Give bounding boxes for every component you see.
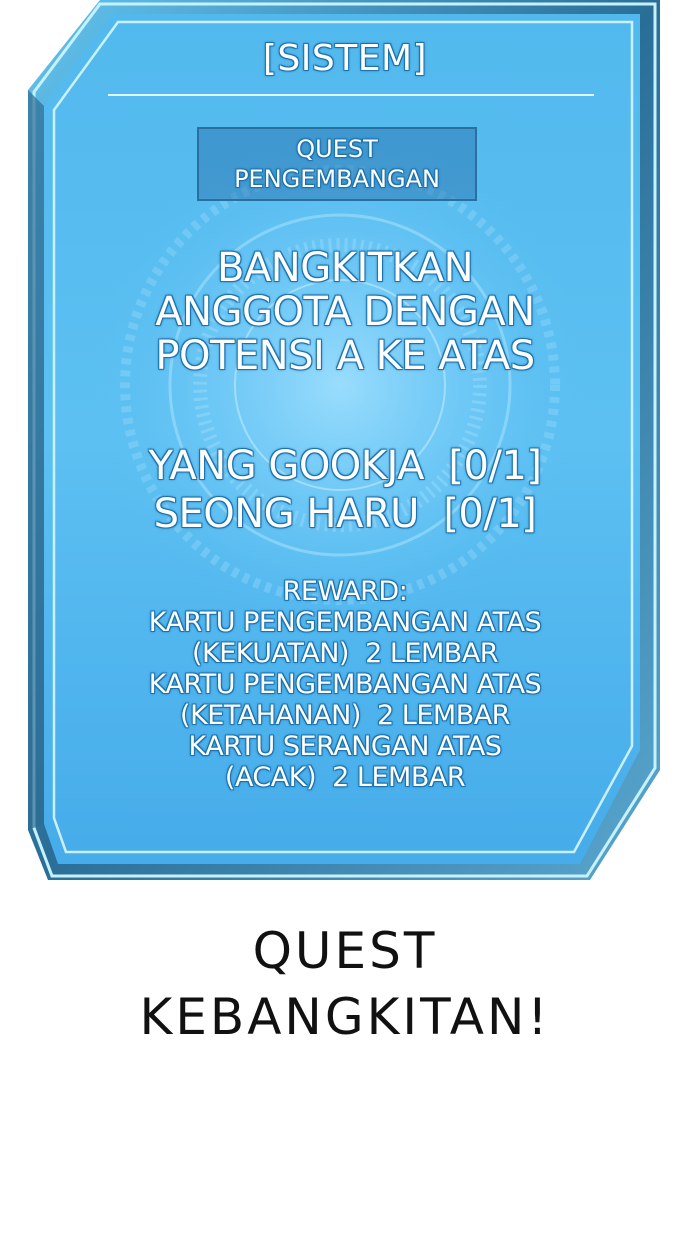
quest-objective: BANGKITKAN ANGGOTA DENGAN POTENSI A KE A… [60,246,630,378]
reward-line: (KEKUATAN) 2 LEMBAR [191,638,499,669]
header-divider [108,94,594,96]
caption-line1: QUEST [252,922,438,980]
quest-type-line2: PENGEMBANGAN [234,165,440,193]
quest-reward: REWARD: KARTU PENGEMBANGAN ATAS (KEKUATA… [60,576,630,793]
caption-line2: KEBANGKITAN! [139,988,551,1046]
system-window-content: [SISTEM] QUEST PENGEMBANGAN BANGKITKAN A… [60,0,630,880]
quest-type-box: QUEST PENGEMBANGAN [197,127,477,201]
objective-line: ANGGOTA DENGAN [155,289,535,335]
objective-line: POTENSI A KE ATAS [155,333,535,379]
reward-line: (KETAHANAN) 2 LEMBAR [180,700,510,731]
reward-line: KARTU PENGEMBANGAN ATAS [148,607,542,638]
reward-line: KARTU SERANGAN ATAS [188,731,502,762]
progress-line-yang-gookja: YANG GOOKJA [0/1] [148,443,543,489]
quest-type-line1: QUEST [296,135,378,163]
quest-progress: YANG GOOKJA [0/1] SEONG HARU [0/1] [60,442,630,538]
reward-label: REWARD: [282,576,408,607]
reward-line: KARTU PENGEMBANGAN ATAS [148,669,542,700]
system-window: [SISTEM] QUEST PENGEMBANGAN BANGKITKAN A… [0,0,690,900]
progress-line-seong-haru: SEONG HARU [0/1] [153,491,537,537]
narration-caption: QUEST KEBANGKITAN! [0,918,690,1050]
objective-line: BANGKITKAN [217,245,474,291]
system-header: [SISTEM] [262,38,428,79]
reward-line: (ACAK) 2 LEMBAR [224,762,466,793]
